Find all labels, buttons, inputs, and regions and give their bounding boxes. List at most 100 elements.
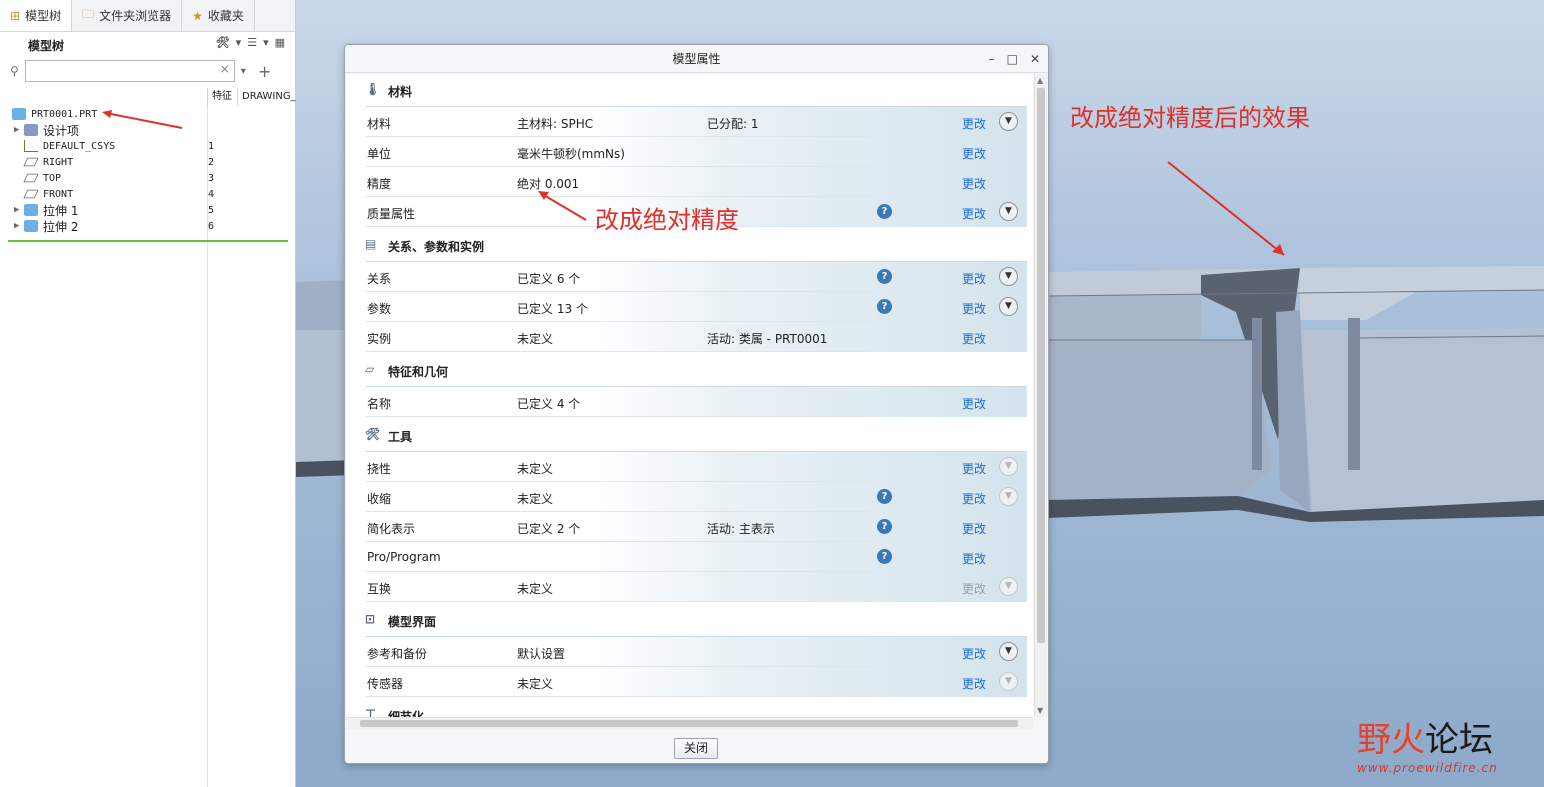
search-dropdown-icon[interactable]: ▾: [241, 66, 246, 77]
property-row: 单位 毫米牛顿秒(mmNs) 更改: [365, 137, 1027, 167]
property-label: 收缩: [367, 492, 392, 506]
change-link[interactable]: 更改: [962, 520, 986, 537]
column-drawing[interactable]: DRAWING_: [237, 88, 296, 106]
property-value-secondary: 活动: 主表示: [707, 522, 775, 536]
watermark-part1: 野火: [1357, 720, 1425, 760]
extrude-icon: [24, 204, 38, 216]
change-link[interactable]: 更改: [962, 490, 986, 507]
show-dropdown-icon[interactable]: ▾: [263, 36, 269, 49]
dialog-content: 🌡 材料 材料 主材料: SPHC 已分配: 1 更改 ▼ 单位 毫米牛顿秒(mmNs) 更改 精度…: [346, 74, 1033, 717]
help-icon[interactable]: ?: [877, 204, 892, 219]
material-icon: 🌡: [365, 82, 381, 96]
change-link[interactable]: 更改: [962, 675, 986, 692]
tree-item-number: 1: [208, 140, 215, 152]
close-button[interactable]: 关闭: [674, 738, 718, 759]
tab-0[interactable]: ⊞ 模型树: [0, 0, 73, 31]
property-label: 传感器: [367, 677, 404, 691]
change-link[interactable]: 更改: [962, 460, 986, 477]
property-row: 精度 绝对 0.001 更改: [365, 167, 1027, 197]
property-row: 名称 已定义 4 个 更改: [365, 387, 1027, 417]
property-rows: 名称 已定义 4 个 更改: [365, 386, 1027, 417]
tree-item-number: 4: [208, 188, 215, 200]
scroll-down-icon[interactable]: ▼: [1037, 706, 1043, 715]
section-4: ⊡ 模型界面 参考和备份 默认设置 更改 ▼ 传感器 未定义 更改 ▼: [365, 606, 1027, 697]
expand-chevron-icon: ▼: [999, 577, 1018, 596]
horizontal-scrollbar[interactable]: [346, 717, 1033, 729]
tree-item[interactable]: FRONT 4: [0, 186, 290, 202]
change-link[interactable]: 更改: [962, 300, 986, 317]
expand-arrow-icon[interactable]: ▶: [14, 125, 24, 135]
section-2: ▱ 特征和几何 名称 已定义 4 个 更改: [365, 356, 1027, 417]
tree-item[interactable]: DEFAULT_CSYS 1: [0, 138, 290, 154]
show-list-icon[interactable]: ☰: [247, 36, 257, 49]
design-item-icon: [24, 124, 38, 136]
tree-icon: ⊞: [10, 8, 21, 23]
expand-chevron-icon[interactable]: ▼: [999, 267, 1018, 286]
change-link[interactable]: 更改: [962, 175, 986, 192]
minimize-icon[interactable]: –: [989, 45, 995, 73]
change-link[interactable]: 更改: [962, 645, 986, 662]
scroll-up-icon[interactable]: ▲: [1037, 76, 1043, 85]
horizontal-scroll-thumb[interactable]: [360, 720, 1018, 727]
change-link[interactable]: 更改: [962, 145, 986, 162]
expand-chevron-icon[interactable]: ▼: [999, 202, 1018, 221]
help-icon[interactable]: ?: [877, 519, 892, 534]
expand-chevron-icon[interactable]: ▼: [999, 112, 1018, 131]
section-header: ⊤ 细节化: [365, 701, 1027, 717]
property-row: 传感器 未定义 更改 ▼: [365, 667, 1027, 697]
help-icon[interactable]: ?: [877, 269, 892, 284]
section-header: ▤ 关系、参数和实例: [365, 231, 1027, 261]
tree-item[interactable]: ▶ 拉伸 1 5: [0, 202, 290, 218]
clear-search-icon[interactable]: ×: [220, 62, 230, 76]
column-feature[interactable]: 特征: [207, 88, 237, 106]
vertical-scrollbar[interactable]: ▲ ▼: [1034, 74, 1047, 717]
change-link[interactable]: 更改: [962, 395, 986, 412]
help-icon[interactable]: ?: [877, 489, 892, 504]
tree-item-number: 6: [208, 220, 215, 232]
tree-item[interactable]: TOP 3: [0, 170, 290, 186]
property-rows: 参考和备份 默认设置 更改 ▼ 传感器 未定义 更改 ▼: [365, 636, 1027, 697]
help-icon[interactable]: ?: [877, 549, 892, 564]
property-row: 挠性 未定义 更改 ▼: [365, 452, 1027, 482]
tree-item-number: 2: [208, 156, 215, 168]
tree-item-label: DEFAULT_CSYS: [43, 140, 116, 152]
expand-chevron-icon[interactable]: ▼: [999, 642, 1018, 661]
expand-arrow-icon[interactable]: ▶: [14, 221, 24, 231]
property-value: 已定义 13 个: [517, 302, 588, 316]
forum-watermark: 野火论坛 www.proewildfire.cn: [1357, 712, 1498, 775]
insert-indicator[interactable]: [8, 240, 288, 242]
settings-dropdown-icon[interactable]: ▾: [236, 36, 242, 49]
tree-item[interactable]: ▶ 拉伸 2 6: [0, 218, 290, 234]
vertical-scroll-thumb[interactable]: [1037, 88, 1045, 643]
change-link[interactable]: 更改: [962, 550, 986, 567]
tree-item[interactable]: RIGHT 2: [0, 154, 290, 170]
change-link[interactable]: 更改: [962, 205, 986, 222]
datum-plane-icon: [23, 173, 39, 183]
maximize-icon[interactable]: □: [1007, 45, 1018, 73]
expand-chevron-icon[interactable]: ▼: [999, 297, 1018, 316]
csys-icon: [24, 140, 38, 152]
detail-icon: ⊤: [365, 707, 376, 717]
filter-grid-icon[interactable]: ▦: [275, 36, 285, 49]
section-header: ⊡ 模型界面: [365, 606, 1027, 636]
filter-icon[interactable]: ⚲: [10, 64, 19, 78]
property-value: 未定义: [517, 582, 554, 596]
tab-1[interactable]: 🗀 文件夹浏览器: [72, 0, 183, 31]
annotation-arrow-precision: [538, 191, 587, 221]
property-row: 关系 已定义 6 个? 更改 ▼: [365, 262, 1027, 292]
close-icon[interactable]: ✕: [1030, 45, 1040, 73]
help-icon[interactable]: ?: [877, 299, 892, 314]
change-link[interactable]: 更改: [962, 270, 986, 287]
add-icon[interactable]: +: [258, 62, 271, 81]
expand-arrow-icon[interactable]: ▶: [14, 205, 24, 215]
model-tree-panel: ⊞ 模型树 🗀 文件夹浏览器 ★ 收藏夹 模型树 🛠 ▾ ☰ ▾ ▦ ⚲ × ▾ + 特征 D…: [0, 0, 296, 787]
search-input[interactable]: ×: [24, 60, 235, 82]
change-link[interactable]: 更改: [962, 115, 986, 132]
property-label: 关系: [367, 272, 392, 286]
property-label: 精度: [367, 177, 392, 191]
tab-2[interactable]: ★ 收藏夹: [182, 0, 255, 31]
property-value: 未定义: [517, 332, 554, 346]
settings-tool-icon[interactable]: 🛠: [216, 36, 230, 49]
part-icon: [12, 108, 26, 120]
change-link[interactable]: 更改: [962, 330, 986, 347]
